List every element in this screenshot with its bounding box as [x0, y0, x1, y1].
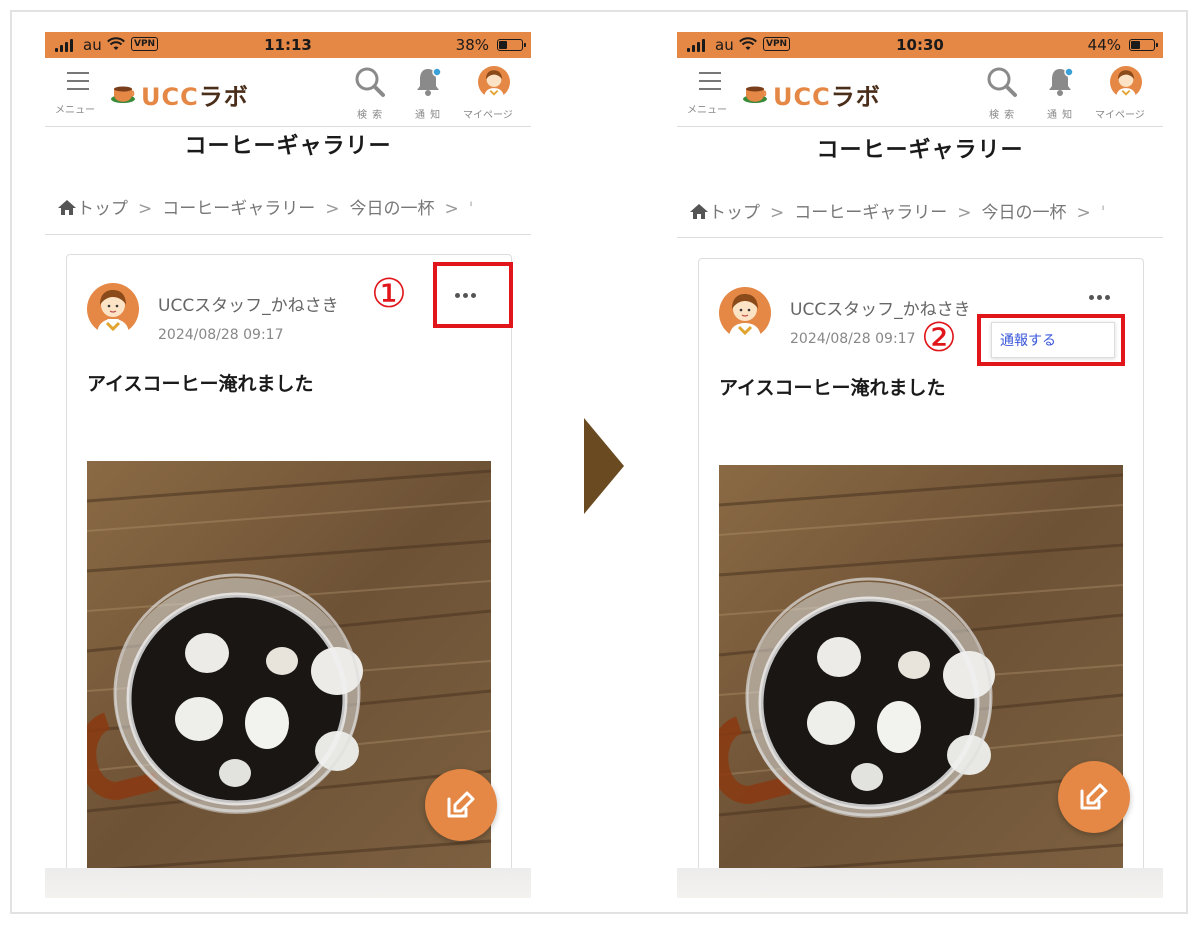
avatar-icon [478, 66, 510, 98]
search-icon [987, 67, 1017, 97]
hamburger-icon [699, 72, 721, 92]
app-header: メニュー UCCラボ 検 索 通 知 マイページ [677, 58, 1163, 127]
logo-latin: UCC [773, 83, 831, 111]
breadcrumb-separator: > [957, 203, 972, 223]
page-title: コーヒーギャラリー [184, 134, 392, 159]
breadcrumb-overflow: ' [468, 199, 474, 219]
menu-button[interactable]: メニュー [685, 72, 733, 118]
user-avatar [87, 283, 139, 335]
home-icon[interactable] [689, 203, 709, 220]
post-username[interactable]: UCCスタッフ_かねさき [158, 291, 339, 316]
post-title: アイスコーヒー淹れました [719, 377, 946, 399]
status-bar: au VPN 11:13 38% [45, 32, 531, 58]
highlight-box-more [433, 262, 513, 328]
battery-percent: 38% [455, 36, 489, 54]
coffee-cup-logo-icon [111, 86, 135, 103]
menu-label: メニュー [687, 105, 727, 116]
step-marker: ② [921, 315, 957, 361]
logo-kana: ラボ [830, 83, 881, 111]
breadcrumb-home[interactable]: トップ [709, 203, 760, 223]
bottom-edge [677, 868, 1163, 898]
notification-button[interactable]: 通 知 [401, 66, 455, 122]
divider [45, 234, 531, 235]
edit-icon [447, 791, 475, 818]
logo-kana: ラボ [198, 83, 249, 111]
bell-icon [417, 67, 442, 96]
breadcrumb: トップ > コーヒーギャラリー > 今日の一杯 > ' [57, 194, 531, 219]
menu-button[interactable]: メニュー [53, 72, 101, 118]
breadcrumb-separator: > [138, 199, 153, 219]
breadcrumb-home[interactable]: トップ [77, 199, 128, 219]
menu-label: メニュー [55, 105, 95, 116]
hamburger-icon [67, 72, 89, 92]
phone-screen-step-2: au VPN 10:30 44% メニュー UCCラボ 検 索 通 知 マイペー… [677, 32, 1163, 898]
compose-button[interactable] [425, 769, 497, 841]
step-marker: ① [371, 271, 407, 317]
bottom-edge [45, 868, 531, 898]
post-timestamp: 2024/08/28 09:17 [158, 327, 284, 343]
notify-label: 通 知 [1047, 110, 1074, 121]
mypage-button[interactable]: マイページ [1095, 66, 1157, 122]
ucc-labo-logo[interactable]: UCCラボ [111, 79, 251, 111]
app-header: メニュー UCCラボ 検 索 通 知 マイページ [45, 58, 531, 127]
battery-level [499, 41, 507, 49]
search-icon [355, 67, 385, 97]
breadcrumb-overflow: ' [1100, 203, 1106, 223]
compose-button[interactable] [1058, 761, 1130, 833]
more-icon[interactable] [1087, 287, 1117, 307]
battery-percent: 44% [1087, 36, 1121, 54]
battery-icon [1129, 39, 1158, 51]
breadcrumb-gallery[interactable]: コーヒーギャラリー [162, 199, 315, 219]
user-avatar [719, 287, 771, 339]
bell-icon [1049, 67, 1074, 96]
mypage-label: マイページ [463, 110, 513, 121]
breadcrumb-separator: > [325, 199, 340, 219]
edit-icon [1080, 783, 1108, 810]
notification-button[interactable]: 通 知 [1033, 66, 1087, 122]
battery-level [1131, 41, 1140, 49]
coffee-cup-logo-icon [743, 86, 767, 103]
search-label: 検 索 [357, 110, 384, 121]
page-title: コーヒーギャラリー [816, 138, 1024, 163]
breadcrumb: トップ > コーヒーギャラリー > 今日の一杯 > ' [689, 198, 1163, 223]
breadcrumb-separator: > [770, 203, 785, 223]
search-label: 検 索 [989, 110, 1016, 121]
search-button[interactable]: 検 索 [975, 66, 1029, 122]
search-button[interactable]: 検 索 [343, 66, 397, 122]
mypage-label: マイページ [1095, 110, 1145, 121]
mypage-button[interactable]: マイページ [463, 66, 525, 122]
logo-latin: UCC [141, 83, 199, 111]
breadcrumb-separator: > [1076, 203, 1091, 223]
post-title: アイスコーヒー淹れました [87, 373, 314, 395]
notify-label: 通 知 [415, 110, 442, 121]
battery-icon [497, 39, 526, 51]
breadcrumb-separator: > [444, 199, 459, 219]
right-triangle-arrow-icon [584, 418, 624, 514]
phone-screen-step-1: au VPN 11:13 38% メニュー UCCラボ 検 索 通 知 マイペー… [45, 32, 531, 898]
highlight-box-report [977, 314, 1125, 366]
divider [677, 237, 1163, 238]
ucc-labo-logo[interactable]: UCCラボ [743, 79, 883, 111]
status-bar: au VPN 10:30 44% [677, 32, 1163, 58]
breadcrumb-gallery[interactable]: コーヒーギャラリー [794, 203, 947, 223]
post-timestamp: 2024/08/28 09:17 [790, 331, 916, 347]
breadcrumb-today[interactable]: 今日の一杯 [350, 199, 435, 219]
breadcrumb-today[interactable]: 今日の一杯 [982, 203, 1067, 223]
home-icon[interactable] [57, 199, 77, 216]
avatar-icon [1110, 66, 1142, 98]
